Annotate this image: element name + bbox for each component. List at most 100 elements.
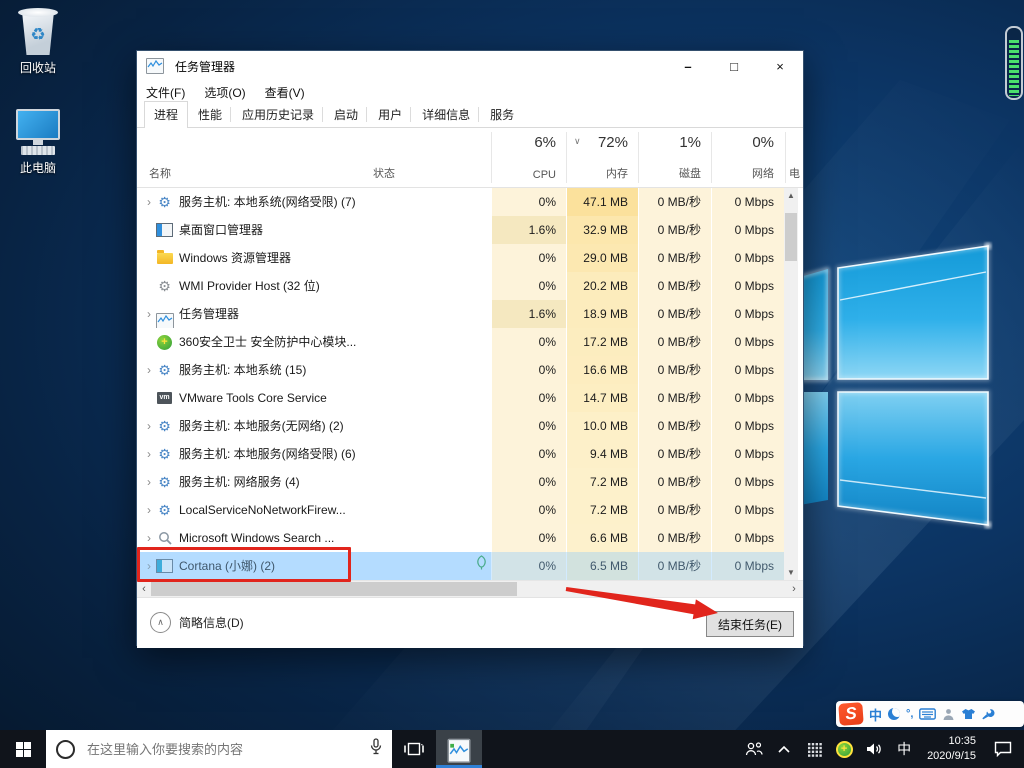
process-mem: 7.2 MB [566,468,638,496]
gear-icon: ⚙ [158,474,171,490]
process-name: 360安全卫士 安全防护中心模块... [179,335,357,349]
process-row[interactable]: ⚙ WMI Provider Host (32 位) 0% 20.2 MB 0 MB/秒… [137,272,784,300]
menu-item-1[interactable]: 选项(O) [204,84,245,101]
search-input[interactable] [85,740,360,758]
person-icon[interactable] [942,705,955,723]
window-icon [156,223,173,237]
wrench-icon[interactable] [982,705,995,723]
desktop-icon-recycle-bin[interactable]: ♻ 回收站 [0,8,76,76]
tab-应用历史记录[interactable]: 应用历史记录 [232,101,324,127]
process-name: Windows 资源管理器 [179,251,292,265]
column-mem[interactable]: 内存 [566,165,628,181]
vertical-scrollbar[interactable]: ▲ ▼ [784,188,798,580]
column-disk[interactable]: 磁盘 [638,165,701,181]
process-row[interactable]: +360安全卫士 安全防护中心模块... 0% 17.2 MB 0 MB/秒 0 Mbp… [137,328,784,356]
grid-icon[interactable] [801,730,827,768]
process-name-cell: › ⚙ 服务主机: 网络服务 (4) [137,468,369,496]
close-button[interactable]: × [757,51,803,81]
process-net: 0 Mbps [711,272,784,300]
ime-chinese-mode[interactable]: 中 [869,705,882,723]
process-status-cell [369,412,491,440]
process-name: VMware Tools Core Service [179,391,327,405]
microphone-icon[interactable] [370,738,382,760]
people-icon[interactable] [741,730,767,768]
expand-chevron-icon[interactable]: › [142,412,156,440]
taskbar-search[interactable] [46,730,392,768]
process-row[interactable]: 桌面窗口管理器 1.6% 32.9 MB 0 MB/秒 0 Mbps [137,216,784,244]
column-cpu[interactable]: CPU [491,169,556,181]
gear-icon: ⚙ [158,194,171,210]
expand-chevron-icon[interactable]: › [142,496,156,524]
process-name-cell: vm VMware Tools Core Service [137,384,369,412]
process-row[interactable]: vm VMware Tools Core Service 0% 14.7 MB 0 MB… [137,384,784,412]
process-mem: 6.5 MB [566,552,638,580]
start-button[interactable] [0,730,46,768]
process-row[interactable]: Windows 资源管理器 0% 29.0 MB 0 MB/秒 0 Mbps [137,244,784,272]
horizontal-scrollbar[interactable]: ‹ › [137,580,803,597]
expand-chevron-icon[interactable]: › [142,440,156,468]
taskbar-clock[interactable]: 10:35 2020/9/15 [921,734,982,764]
skin-tshirt-icon[interactable] [961,705,976,723]
sogou-logo-icon[interactable]: S [838,702,864,726]
clock-date: 2020/9/15 [927,750,976,762]
window-title: 任务管理器 [175,59,236,74]
task-view-button[interactable] [392,730,436,768]
tab-进程[interactable]: 进程 [144,101,189,128]
expand-chevron-icon[interactable]: › [142,356,156,384]
process-row[interactable]: › ⚙ 服务主机: 本地系统(网络受限) (7) 0% 47.1 MB 0 MB/秒 0 M… [137,188,784,216]
process-net: 0 Mbps [711,524,784,552]
expand-chevron-icon[interactable]: › [142,188,156,216]
menu-item-2[interactable]: 查看(V) [265,84,305,101]
fewer-details-toggle[interactable]: ∧ 简略信息(D) [150,612,244,633]
process-row[interactable]: › 任务管理器 1.6% 18.9 MB 0 MB/秒 0 Mbps [137,300,784,329]
hidden-icons-chevron[interactable] [771,730,797,768]
tab-详细信息[interactable]: 详细信息 [412,101,480,127]
volume-icon[interactable] [861,730,887,768]
vertical-scroll-thumb[interactable] [785,213,797,261]
process-status-cell [369,216,491,244]
360-tray-icon[interactable]: + [831,730,857,768]
end-task-button[interactable]: 结束任务(E) [706,611,794,637]
process-row[interactable]: › ⚙ 服务主机: 本地系统 (15) 0% 16.6 MB 0 MB/秒 0 Mbps [137,356,784,384]
gear-icon: ⚙ [158,362,171,378]
column-header: 名称 状态 6% CPU ∨ 72% 内存 1% 磁盘 0% 网络 电 [137,128,803,188]
column-name[interactable]: 名称 [149,165,171,181]
column-net[interactable]: 网络 [711,165,774,181]
process-net: 0 Mbps [711,384,784,412]
menu-bar: 文件(F) 选项(O) 查看(V) [137,81,803,103]
process-row[interactable]: › ⚙ 服务主机: 本地服务(网络受限) (6) 0% 9.4 MB 0 MB/秒 0 Mb… [137,440,784,468]
process-row[interactable]: › ⚙ 服务主机: 本地服务(无网络) (2) 0% 10.0 MB 0 MB/秒 0 Mb… [137,412,784,440]
taskbar-task-manager-button[interactable] [436,730,482,768]
desktop-icon-this-pc[interactable]: 此电脑 [0,103,76,176]
column-power-clipped[interactable]: 电 [789,165,803,181]
gear-icon: ⚙ [158,418,171,434]
tab-启动[interactable]: 启动 [324,101,368,127]
column-status[interactable]: 状态 [373,165,395,181]
process-cpu: 0% [491,244,566,272]
process-name: 任务管理器 [179,307,240,321]
process-disk: 0 MB/秒 [638,188,711,216]
action-center-icon[interactable] [986,730,1020,768]
annotation-highlight-rectangle [137,547,351,582]
tab-服务[interactable]: 服务 [480,101,524,127]
scroll-right-icon[interactable]: › [787,581,801,597]
minimize-button[interactable]: – [665,51,711,81]
punctuation-icon[interactable]: °, [906,705,913,723]
expand-chevron-icon[interactable]: › [142,300,156,328]
scroll-left-icon[interactable]: ‹ [137,581,151,597]
process-row[interactable]: › ⚙ 服务主机: 网络服务 (4) 0% 7.2 MB 0 MB/秒 0 Mbps [137,468,784,496]
scroll-down-icon[interactable]: ▼ [784,565,798,580]
titlebar[interactable]: 任务管理器 – □ × [137,51,803,81]
ime-indicator[interactable]: 中 [891,730,917,768]
scroll-up-icon[interactable]: ▲ [784,188,798,203]
moon-icon[interactable] [888,705,901,723]
tab-性能[interactable]: 性能 [188,101,232,127]
keyboard-icon[interactable] [919,705,937,723]
process-row[interactable]: › ⚙ LocalServiceNoNetworkFirew... 0% 7.2 MB 0… [137,496,784,524]
process-status-cell [369,496,491,524]
tab-用户[interactable]: 用户 [368,101,412,127]
expand-chevron-icon[interactable]: › [142,468,156,496]
maximize-button[interactable]: □ [711,51,757,81]
menu-item-0[interactable]: 文件(F) [146,84,185,101]
horizontal-scroll-thumb[interactable] [151,582,517,596]
